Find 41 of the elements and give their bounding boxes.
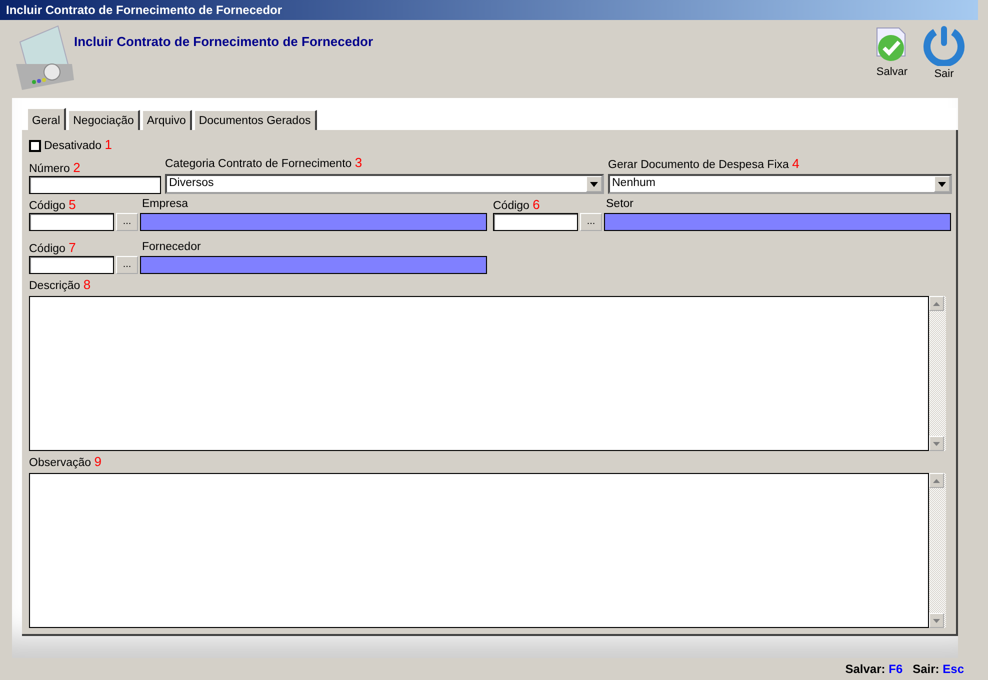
- exit-button[interactable]: Sair: [920, 24, 968, 98]
- field-label: Número 2: [29, 161, 82, 176]
- caret-icon[interactable]: [934, 176, 950, 192]
- field-label: Código 6: [493, 198, 541, 213]
- tab[interactable]: Arquivo: [142, 110, 192, 130]
- code-field[interactable]: [493, 213, 578, 231]
- field-label: Gerar Documento de Despesa Fixa 4: [608, 157, 800, 172]
- scroll-up-icon[interactable]: [933, 302, 940, 306]
- tab[interactable]: Documentos Gerados: [194, 110, 317, 130]
- lookup-button[interactable]: ...: [116, 256, 138, 274]
- field-label: Código 7: [29, 241, 77, 256]
- field-label: Empresa: [142, 198, 188, 212]
- field-label: Código 5: [29, 198, 77, 213]
- scroll-down-icon[interactable]: [933, 442, 940, 446]
- code-field[interactable]: [29, 213, 114, 231]
- lookup-button[interactable]: ...: [116, 213, 138, 231]
- lookup-button[interactable]: ...: [580, 213, 602, 231]
- save-button[interactable]: Salvar: [868, 24, 916, 98]
- scroll-down-icon[interactable]: [933, 618, 940, 622]
- field-label: Setor: [606, 198, 634, 212]
- text-field[interactable]: [29, 176, 161, 194]
- tab[interactable]: Negociação: [68, 110, 140, 130]
- scrollbar[interactable]: [929, 296, 946, 451]
- power-icon: [921, 24, 967, 66]
- shortcut-hint: Salvar: F6: [845, 661, 903, 678]
- scrollbar[interactable]: [929, 473, 946, 628]
- caret-icon[interactable]: [586, 176, 602, 192]
- shortcut-hint: Sair: Esc: [912, 661, 964, 678]
- dropdown-field[interactable]: Diversos: [165, 174, 604, 194]
- code-field[interactable]: [29, 256, 114, 274]
- field-label: Observação 9: [29, 455, 102, 470]
- checkbox[interactable]: [29, 140, 41, 152]
- window-title: Incluir Contrato de Fornecimento de Fornecedor: [0, 0, 978, 20]
- field-label: Fornecedor: [142, 241, 201, 255]
- tab[interactable]: Geral: [27, 108, 66, 130]
- field-label: Categoria Contrato de Fornecimento 3: [165, 156, 364, 171]
- scroll-up-icon[interactable]: [933, 478, 940, 482]
- form-title: Incluir Contrato de Fornecimento de Fornecedor: [74, 33, 374, 51]
- field-label: Descrição 8: [29, 278, 92, 293]
- dropdown-field[interactable]: Nenhum: [608, 174, 952, 194]
- field-label: Desativado 1: [44, 138, 112, 153]
